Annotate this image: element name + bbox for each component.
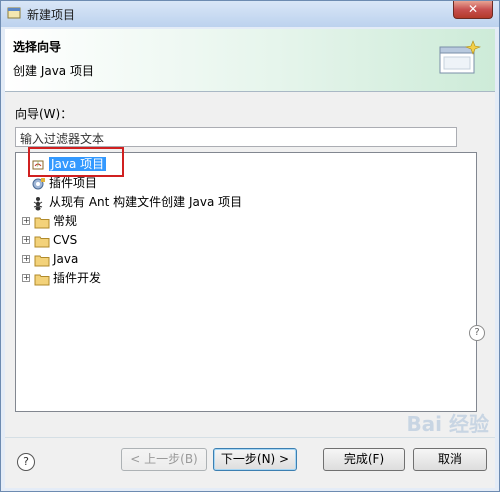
next-button[interactable]: 下一步(N) > [213,448,297,471]
tree-item-label: 插件开发 [53,271,102,285]
folder-icon [34,236,50,247]
highlight-box [28,147,124,177]
title-bar[interactable]: 新建项目 ✕ [1,1,499,27]
plugin-project-icon [32,177,45,189]
new-project-dialog: 新建项目 ✕ 选择向导 创建 Java 项目 向导(W)： 输入过滤器文本 J … [0,0,500,492]
tree-item-label: Java [53,252,79,266]
watermark: Bai 经验 [406,412,489,436]
tree-item-cvs[interactable]: CVS [34,231,77,249]
expand-toggle[interactable]: + [22,255,30,263]
filter-input[interactable]: 输入过滤器文本 [15,127,457,147]
wizard-header: 选择向导 创建 Java 项目 [5,29,495,92]
expand-toggle[interactable]: + [22,274,30,282]
back-button[interactable]: < 上一步(B) [121,448,207,471]
button-bar: ? < 上一步(B) 下一步(N) > 完成(F) 取消 [5,437,495,488]
window-title: 新建项目 [27,8,76,22]
new-wizard-icon [439,40,481,74]
tree-item-label: 插件项目 [49,176,98,190]
ant-icon [33,196,43,210]
wizard-label: 向导(W)： [15,107,73,121]
folder-icon [34,217,50,228]
tree-item-general[interactable]: 常规 [34,212,77,230]
tree-item-ant-project[interactable]: 从现有 Ant 构建文件创建 Java 项目 [30,193,242,211]
header-subtitle: 创建 Java 项目 [13,64,94,78]
header-title: 选择向导 [13,40,62,54]
folder-icon [34,255,50,266]
tree-item-java[interactable]: Java [34,250,78,268]
wizard-body: 向导(W)： 输入过滤器文本 J Java 项目 插件项目 从现有 Ant 构建… [5,92,495,437]
close-button[interactable]: ✕ [453,1,493,19]
wizard-tree[interactable]: J Java 项目 插件项目 从现有 Ant 构建文件创建 Java 项目 + … [15,147,477,412]
tree-item-label: 常规 [53,214,78,228]
tree-item-label: CVS [53,233,78,247]
finish-button[interactable]: 完成(F) [323,448,405,471]
help-icon[interactable]: ? [469,325,485,341]
expand-toggle[interactable]: + [22,217,30,225]
tree-item-plugin-dev[interactable]: 插件开发 [34,269,101,287]
cancel-button[interactable]: 取消 [413,448,487,471]
expand-toggle[interactable]: + [22,236,30,244]
tree-item-label: 从现有 Ant 构建文件创建 Java 项目 [49,195,243,209]
help-button[interactable]: ? [17,453,35,471]
eclipse-app-icon [7,7,21,19]
folder-icon [34,274,50,285]
